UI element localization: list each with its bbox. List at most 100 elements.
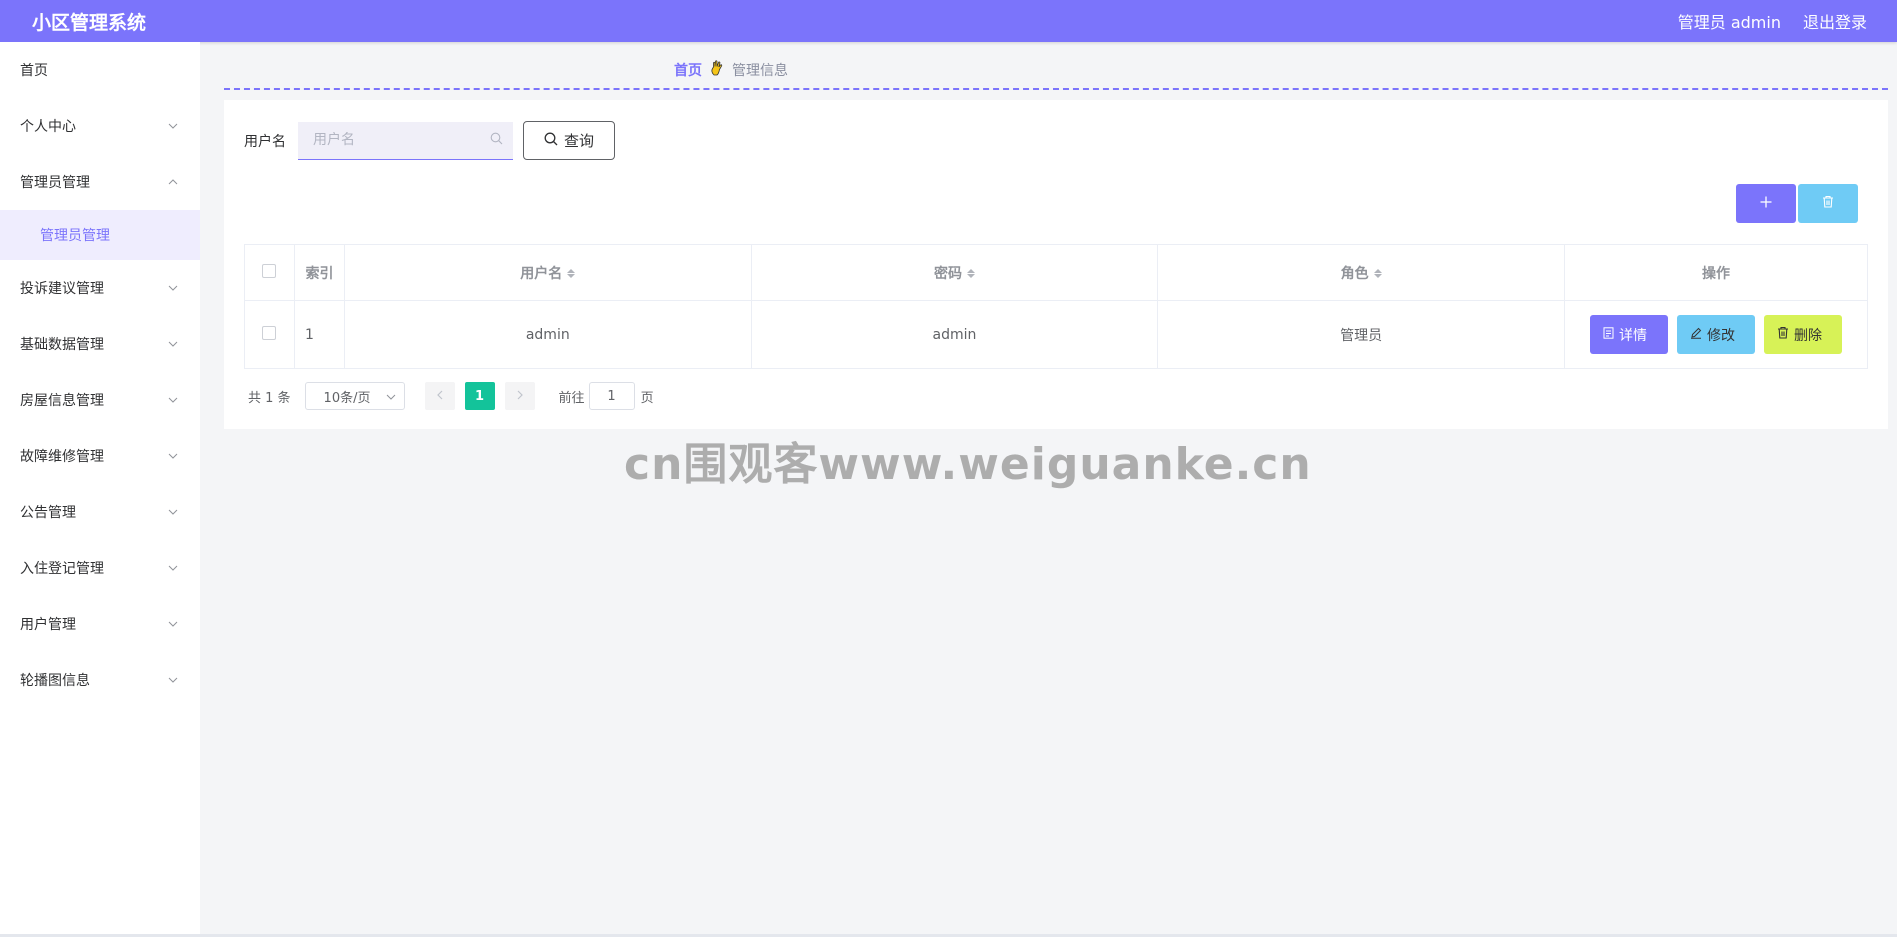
breadcrumb-home-link[interactable]: 首页 — [674, 60, 702, 80]
column-header-label: 操作 — [1702, 265, 1730, 282]
sidebar: 首页 个人中心 管理员管理 管理员管理 投诉建议管理 基础数据管理 房屋信息管理… — [0, 42, 200, 937]
sort-icon[interactable] — [966, 269, 975, 278]
edit-button[interactable]: 修改 — [1677, 315, 1755, 354]
column-header-username[interactable]: 用户名 — [343, 244, 752, 301]
chevron-right-icon — [517, 389, 523, 404]
column-header-actions: 操作 — [1564, 244, 1868, 301]
chevron-down-icon — [166, 449, 180, 463]
chevron-down-icon — [166, 617, 180, 631]
goto-page-input[interactable] — [588, 382, 635, 410]
top-bar: 小区管理系统 管理员 admin 退出登录 — [0, 0, 1897, 42]
edit-button-label: 修改 — [1707, 327, 1735, 344]
sidebar-item-label: 房屋信息管理 — [20, 393, 104, 409]
detail-button-label: 详情 — [1619, 327, 1647, 344]
sidebar-item-users[interactable]: 用户管理 — [0, 596, 200, 652]
table-row: 1 admin admin 管理员 详情 修改 删除 — [244, 300, 1868, 369]
plus-icon — [1760, 196, 1772, 212]
detail-button[interactable]: 详情 — [1590, 315, 1668, 354]
search-field — [298, 121, 513, 160]
sidebar-item-complaints[interactable]: 投诉建议管理 — [0, 260, 200, 316]
cell-role: 管理员 — [1157, 300, 1566, 369]
trash-icon — [1777, 326, 1789, 343]
chevron-down-icon — [166, 337, 180, 351]
search-label: 用户名 — [244, 133, 286, 150]
sidebar-item-label: 个人中心 — [20, 119, 76, 135]
hand-icon — [710, 60, 724, 80]
column-header-role[interactable]: 角色 — [1157, 244, 1566, 301]
chevron-down-icon — [166, 505, 180, 519]
sidebar-item-carousel[interactable]: 轮播图信息 — [0, 652, 200, 708]
chevron-down-icon — [386, 389, 396, 404]
pagination: 共 1 条 10条/页 1 前往 页 — [248, 382, 654, 410]
sidebar-item-label: 首页 — [20, 63, 48, 79]
sidebar-item-repairs[interactable]: 故障维修管理 — [0, 428, 200, 484]
next-page-button[interactable] — [504, 382, 535, 410]
main-panel: 用户名 查询 — [224, 100, 1888, 429]
chevron-down-icon — [166, 119, 180, 133]
column-header-label: 索引 — [305, 265, 334, 282]
delete-button[interactable]: 删除 — [1764, 315, 1842, 354]
toolbar-actions — [1736, 184, 1858, 223]
sidebar-item-personal-center[interactable]: 个人中心 — [0, 98, 200, 154]
sidebar-subitem-admin-management[interactable]: 管理员管理 — [0, 210, 200, 260]
column-header-index: 索引 — [293, 244, 345, 301]
pagination-total: 共 1 条 — [248, 390, 291, 406]
watermark: cn围观客www.weiguanke.cn — [624, 439, 1312, 490]
row-select-cell — [244, 300, 295, 369]
page-number-current[interactable]: 1 — [464, 382, 495, 410]
select-all-checkbox[interactable] — [262, 263, 277, 278]
app-title: 小区管理系统 — [32, 11, 147, 34]
cell-username: admin — [343, 300, 752, 369]
sidebar-item-label: 用户管理 — [20, 617, 76, 633]
chevron-left-icon — [436, 389, 443, 404]
sidebar-item-label: 基础数据管理 — [20, 337, 104, 353]
pencil-icon — [1690, 327, 1702, 343]
sidebar-item-base-data[interactable]: 基础数据管理 — [0, 316, 200, 372]
data-table: 索引 用户名 密码 角色 操作 1 admin admin 管理员 详情 修改 … — [244, 244, 1868, 369]
prev-page-button[interactable] — [424, 382, 455, 410]
column-header-label: 密码 — [933, 265, 962, 282]
query-button-label: 查询 — [563, 132, 594, 150]
add-button[interactable] — [1736, 184, 1796, 223]
breadcrumb-current: 管理信息 — [732, 63, 788, 79]
search-icon — [490, 132, 503, 149]
column-header-label: 用户名 — [520, 265, 563, 282]
row-checkbox[interactable] — [262, 325, 277, 340]
page-size-value: 10条/页 — [323, 390, 371, 406]
table-header-row: 索引 用户名 密码 角色 操作 — [244, 244, 1868, 301]
column-header-password[interactable]: 密码 — [750, 244, 1159, 301]
logout-link[interactable]: 退出登录 — [1803, 9, 1867, 33]
select-all-cell — [244, 244, 295, 301]
chevron-down-icon — [166, 281, 180, 295]
query-button[interactable]: 查询 — [523, 121, 615, 160]
document-icon — [1603, 326, 1614, 343]
sidebar-item-label: 公告管理 — [20, 505, 76, 521]
username-search-input[interactable] — [313, 132, 473, 148]
sidebar-item-announcements[interactable]: 公告管理 — [0, 484, 200, 540]
chevron-down-icon — [166, 561, 180, 575]
sidebar-item-housing[interactable]: 房屋信息管理 — [0, 372, 200, 428]
breadcrumb: 首页 管理信息 — [674, 60, 788, 80]
top-right-area: 管理员 admin 退出登录 — [1678, 9, 1867, 33]
sidebar-item-label: 轮播图信息 — [20, 673, 90, 689]
chevron-up-icon — [166, 175, 180, 189]
search-row: 用户名 查询 — [244, 121, 615, 160]
sidebar-item-label: 投诉建议管理 — [20, 281, 104, 297]
sidebar-item-home[interactable]: 首页 — [0, 42, 200, 98]
trash-icon — [1822, 195, 1834, 212]
batch-delete-button[interactable] — [1798, 184, 1858, 223]
sort-icon[interactable] — [1373, 269, 1382, 278]
sidebar-item-admin-management[interactable]: 管理员管理 — [0, 154, 200, 210]
breadcrumb-divider — [224, 88, 1888, 90]
current-user-label: 管理员 admin — [1677, 13, 1781, 32]
goto-suffix: 页 — [640, 390, 654, 406]
cell-password: admin — [750, 300, 1159, 369]
goto-prefix: 前往 — [558, 390, 585, 406]
column-header-label: 角色 — [1340, 265, 1369, 282]
search-icon — [544, 132, 558, 150]
chevron-down-icon — [166, 673, 180, 687]
cell-index: 1 — [293, 300, 345, 369]
sort-icon[interactable] — [567, 269, 576, 278]
page-size-select[interactable]: 10条/页 — [304, 382, 405, 410]
sidebar-item-check-in[interactable]: 入住登记管理 — [0, 540, 200, 596]
